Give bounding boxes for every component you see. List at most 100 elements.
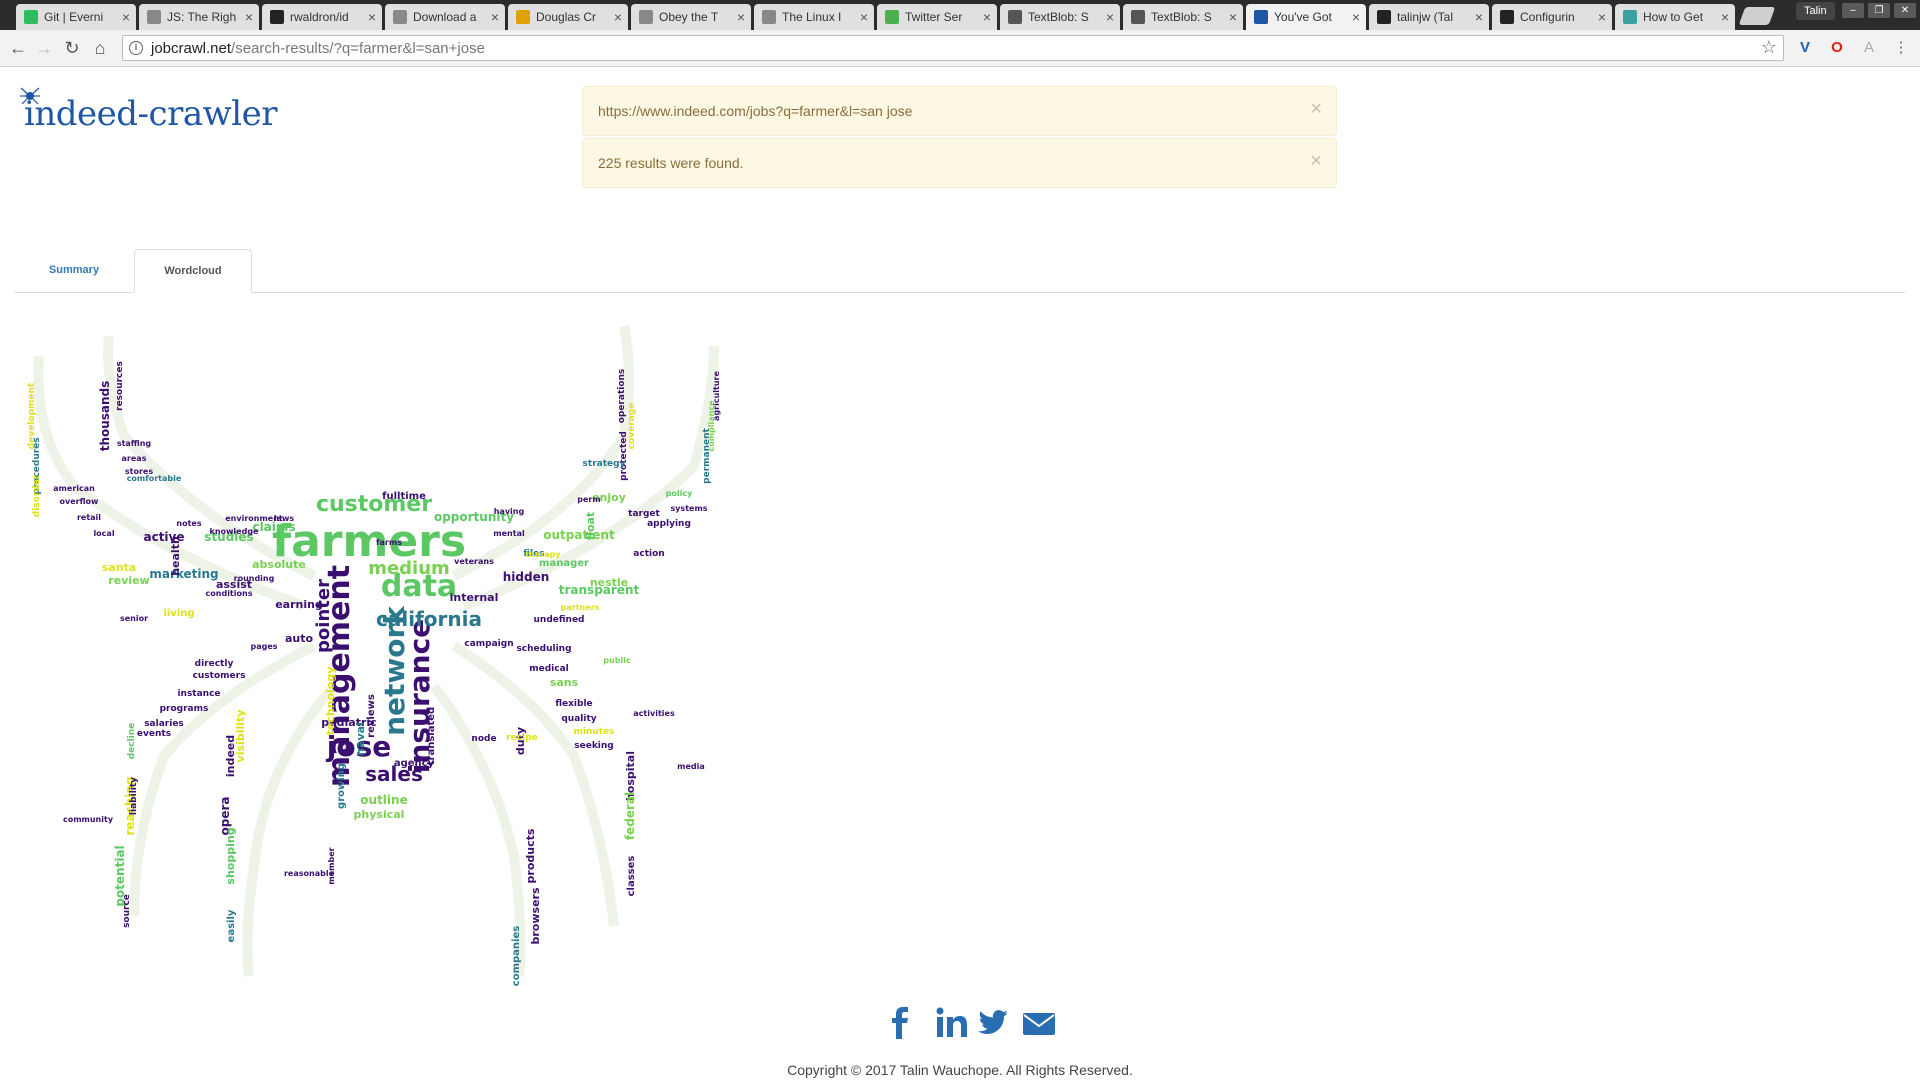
- wordcloud-word: california: [376, 607, 482, 631]
- tab-title: TextBlob: S: [1151, 10, 1212, 24]
- home-icon[interactable]: ⌂: [90, 38, 110, 58]
- alert-text: https://www.indeed.com/jobs?q=farmer&l=s…: [598, 103, 913, 119]
- results-tabs: Summary Wordcloud: [14, 249, 1905, 293]
- wordcloud-word: review: [108, 574, 149, 587]
- url-path: /search-results/?q=farmer&l=san+jose: [231, 40, 485, 57]
- close-tab-icon[interactable]: ×: [1229, 9, 1237, 25]
- wordcloud-word: internal: [450, 591, 499, 604]
- browser-tab[interactable]: The Linux I ×: [754, 4, 874, 30]
- wordcloud-word: active: [143, 530, 184, 544]
- close-icon[interactable]: ×: [1310, 98, 1322, 121]
- menu-icon[interactable]: ⋮: [1892, 39, 1910, 57]
- evernote-icon: [24, 10, 38, 24]
- close-tab-icon[interactable]: ×: [1598, 9, 1606, 25]
- tab-title: Douglas Cr: [536, 10, 597, 24]
- tab-title: Download a: [413, 10, 477, 24]
- minimize-icon[interactable]: –: [1842, 3, 1864, 18]
- wordcloud-word: action: [633, 549, 664, 559]
- browser-tab[interactable]: Obey the T ×: [631, 4, 751, 30]
- tab-wordcloud[interactable]: Wordcloud: [134, 249, 252, 293]
- wordcloud-word: target: [628, 509, 660, 519]
- new-tab-button[interactable]: [1738, 7, 1776, 25]
- close-tab-icon[interactable]: ×: [368, 9, 376, 25]
- close-tab-icon[interactable]: ×: [737, 9, 745, 25]
- back-icon[interactable]: ←: [8, 38, 28, 58]
- github-icon: [270, 10, 284, 24]
- close-tab-icon[interactable]: ×: [860, 9, 868, 25]
- wordcloud-word: veterans: [454, 557, 494, 566]
- wordcloud-word: strategy: [583, 459, 626, 469]
- opera-extension-icon[interactable]: O: [1828, 39, 1846, 57]
- wordcloud-word: rounding: [234, 574, 275, 583]
- browser-tab[interactable]: Git | Everni ×: [16, 4, 136, 30]
- facebook-link[interactable]: [884, 1006, 918, 1046]
- wordcloud-word: outline: [360, 793, 407, 807]
- wordcloud-word: hidden: [503, 570, 550, 584]
- forward-icon[interactable]: →: [34, 38, 54, 58]
- close-icon[interactable]: ×: [1310, 150, 1322, 173]
- close-tab-icon[interactable]: ×: [1106, 9, 1114, 25]
- wordcloud-word: companies: [511, 926, 522, 986]
- linkedin-link[interactable]: [934, 1006, 968, 1046]
- grid-icon: [516, 10, 530, 24]
- restore-icon[interactable]: ❐: [1868, 3, 1890, 18]
- browser-tab[interactable]: TextBlob: S ×: [1000, 4, 1120, 30]
- wordcloud-word: customers: [193, 671, 246, 681]
- browser-tab[interactable]: You've Got ×: [1246, 4, 1366, 30]
- url-alert: https://www.indeed.com/jobs?q=farmer&l=s…: [582, 86, 1337, 136]
- wordcloud-word: retail: [77, 513, 101, 522]
- tab-summary[interactable]: Summary: [14, 249, 134, 292]
- site-info-icon[interactable]: i: [129, 41, 143, 55]
- bookmark-star-icon[interactable]: ☆: [1761, 37, 1777, 58]
- wordcloud-word: thousands: [98, 381, 112, 452]
- wordcloud-word: activities: [633, 709, 675, 718]
- wordcloud-word: liability: [129, 777, 139, 815]
- browser-tab[interactable]: Configurin ×: [1492, 4, 1612, 30]
- copyright: Copyright © 2017 Talin Wauchope. All Rig…: [787, 1062, 1133, 1078]
- close-tab-icon[interactable]: ×: [983, 9, 991, 25]
- wordcloud-word: campaign: [464, 639, 513, 649]
- browser-tab[interactable]: Download a ×: [385, 4, 505, 30]
- close-tab-icon[interactable]: ×: [245, 9, 253, 25]
- wordcloud-word: salaries: [144, 719, 184, 729]
- browser-tab[interactable]: Twitter Ser ×: [877, 4, 997, 30]
- site-logo[interactable]: indeed-crawler: [24, 94, 277, 134]
- email-link[interactable]: [1022, 1006, 1056, 1046]
- wordcloud-word: outpatient: [543, 528, 615, 542]
- close-tab-icon[interactable]: ×: [122, 9, 130, 25]
- wordcloud-word: products: [524, 828, 537, 883]
- vue-extension-icon[interactable]: V: [1796, 39, 1814, 57]
- browser-tab[interactable]: How to Get ×: [1615, 4, 1735, 30]
- wordcloud-word: federal: [623, 792, 637, 840]
- wordcloud-word: medical: [529, 664, 569, 674]
- close-tab-icon[interactable]: ×: [1721, 9, 1729, 25]
- browser-tab[interactable]: Douglas Cr ×: [508, 4, 628, 30]
- wordcloud-word: media: [677, 762, 705, 771]
- wordcloud-word: living: [163, 608, 194, 619]
- profile-button[interactable]: Talin: [1796, 2, 1835, 20]
- address-bar[interactable]: i jobcrawl.net/search-results/?q=farmer&…: [122, 35, 1784, 61]
- browser-tab[interactable]: JS: The Righ ×: [139, 4, 259, 30]
- reload-icon[interactable]: ↻: [62, 38, 82, 58]
- close-tab-icon[interactable]: ×: [491, 9, 499, 25]
- document-icon: [639, 10, 653, 24]
- close-window-icon[interactable]: ✕: [1894, 3, 1916, 18]
- extension-icon[interactable]: A: [1860, 39, 1878, 57]
- wordcloud-word: senior: [120, 614, 148, 623]
- wordcloud-word: american: [53, 484, 95, 493]
- close-tab-icon[interactable]: ×: [1475, 9, 1483, 25]
- wordcloud-word: disorder: [32, 474, 42, 517]
- wordcloud-word: farms: [376, 538, 402, 547]
- browser-tab[interactable]: TextBlob: S ×: [1123, 4, 1243, 30]
- close-tab-icon[interactable]: ×: [1352, 9, 1360, 25]
- browser-tab[interactable]: rwaldron/id ×: [262, 4, 382, 30]
- browser-tab[interactable]: talinjw (Tal ×: [1369, 4, 1489, 30]
- dev-icon: [885, 10, 899, 24]
- wordcloud-word: staffing: [117, 439, 152, 448]
- wordcloud-word: public: [603, 656, 631, 665]
- wordcloud-word: browsers: [529, 887, 542, 944]
- wordcloud-word: nestle: [590, 576, 628, 589]
- close-tab-icon[interactable]: ×: [614, 9, 622, 25]
- twitter-link[interactable]: [976, 1006, 1010, 1046]
- wordcloud-word: physical: [354, 808, 405, 821]
